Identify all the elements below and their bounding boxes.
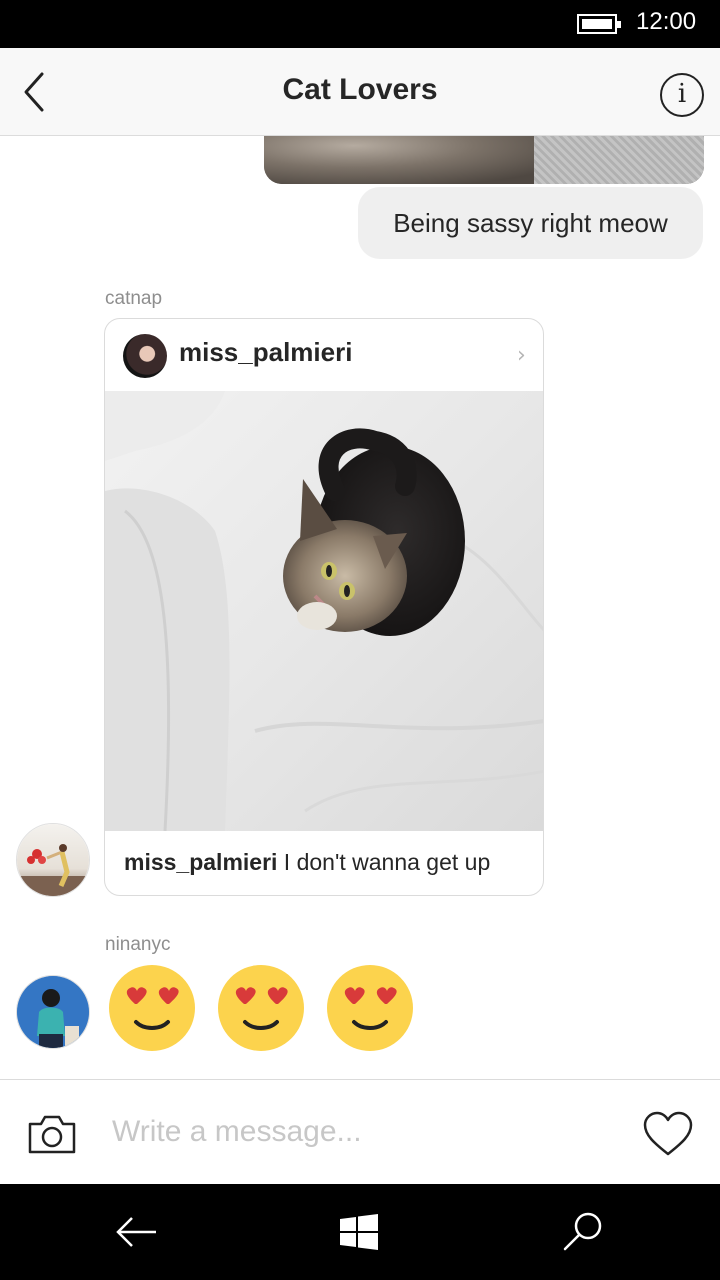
info-button[interactable]: i xyxy=(660,73,704,117)
status-bar: 12:00 xyxy=(0,0,720,48)
caption-text: I don't wanna get up xyxy=(277,849,491,875)
chevron-right-icon: › xyxy=(517,343,526,368)
heart-eyes-emoji xyxy=(327,965,413,1051)
sender-name: ninanyc xyxy=(105,934,171,955)
back-button[interactable] xyxy=(14,68,58,116)
system-nav-bar xyxy=(0,1184,720,1280)
chat-title: Cat Lovers xyxy=(282,73,438,106)
windows-icon xyxy=(340,1214,378,1250)
like-button[interactable] xyxy=(642,1110,694,1158)
post-author-name[interactable]: miss_palmieri xyxy=(179,337,352,368)
system-back-button[interactable] xyxy=(112,1208,160,1256)
post-caption: miss_palmieri I don't wanna get up xyxy=(124,849,490,876)
system-search-button[interactable] xyxy=(560,1208,608,1256)
message-input[interactable] xyxy=(112,1102,612,1162)
heart-icon xyxy=(643,1111,693,1156)
sender-name: catnap xyxy=(105,288,163,309)
battery-full-icon xyxy=(577,14,621,34)
chat-header: Cat Lovers i xyxy=(0,48,720,136)
sender-avatar[interactable] xyxy=(16,823,90,897)
system-home-button[interactable] xyxy=(336,1208,384,1256)
info-icon: i xyxy=(677,79,687,109)
shared-post-card[interactable]: miss_palmieri › miss_palmieri I don't wa… xyxy=(104,318,544,896)
search-icon xyxy=(563,1212,602,1251)
status-time: 12:00 xyxy=(636,8,697,35)
back-arrow-icon xyxy=(116,1217,156,1247)
chevron-left-icon xyxy=(24,72,44,112)
camera-icon xyxy=(28,1115,76,1154)
heart-eyes-emoji xyxy=(109,965,195,1051)
post-author-avatar[interactable] xyxy=(123,334,167,378)
caption-author[interactable]: miss_palmieri xyxy=(124,849,277,875)
camera-button[interactable] xyxy=(26,1110,78,1158)
message-composer xyxy=(0,1079,720,1184)
sender-avatar[interactable] xyxy=(16,975,90,1049)
sent-message-bubble[interactable]: Being sassy right meow xyxy=(358,187,703,259)
post-photo[interactable] xyxy=(105,391,543,831)
sent-photo[interactable] xyxy=(264,136,704,184)
heart-eyes-emoji xyxy=(218,965,304,1051)
